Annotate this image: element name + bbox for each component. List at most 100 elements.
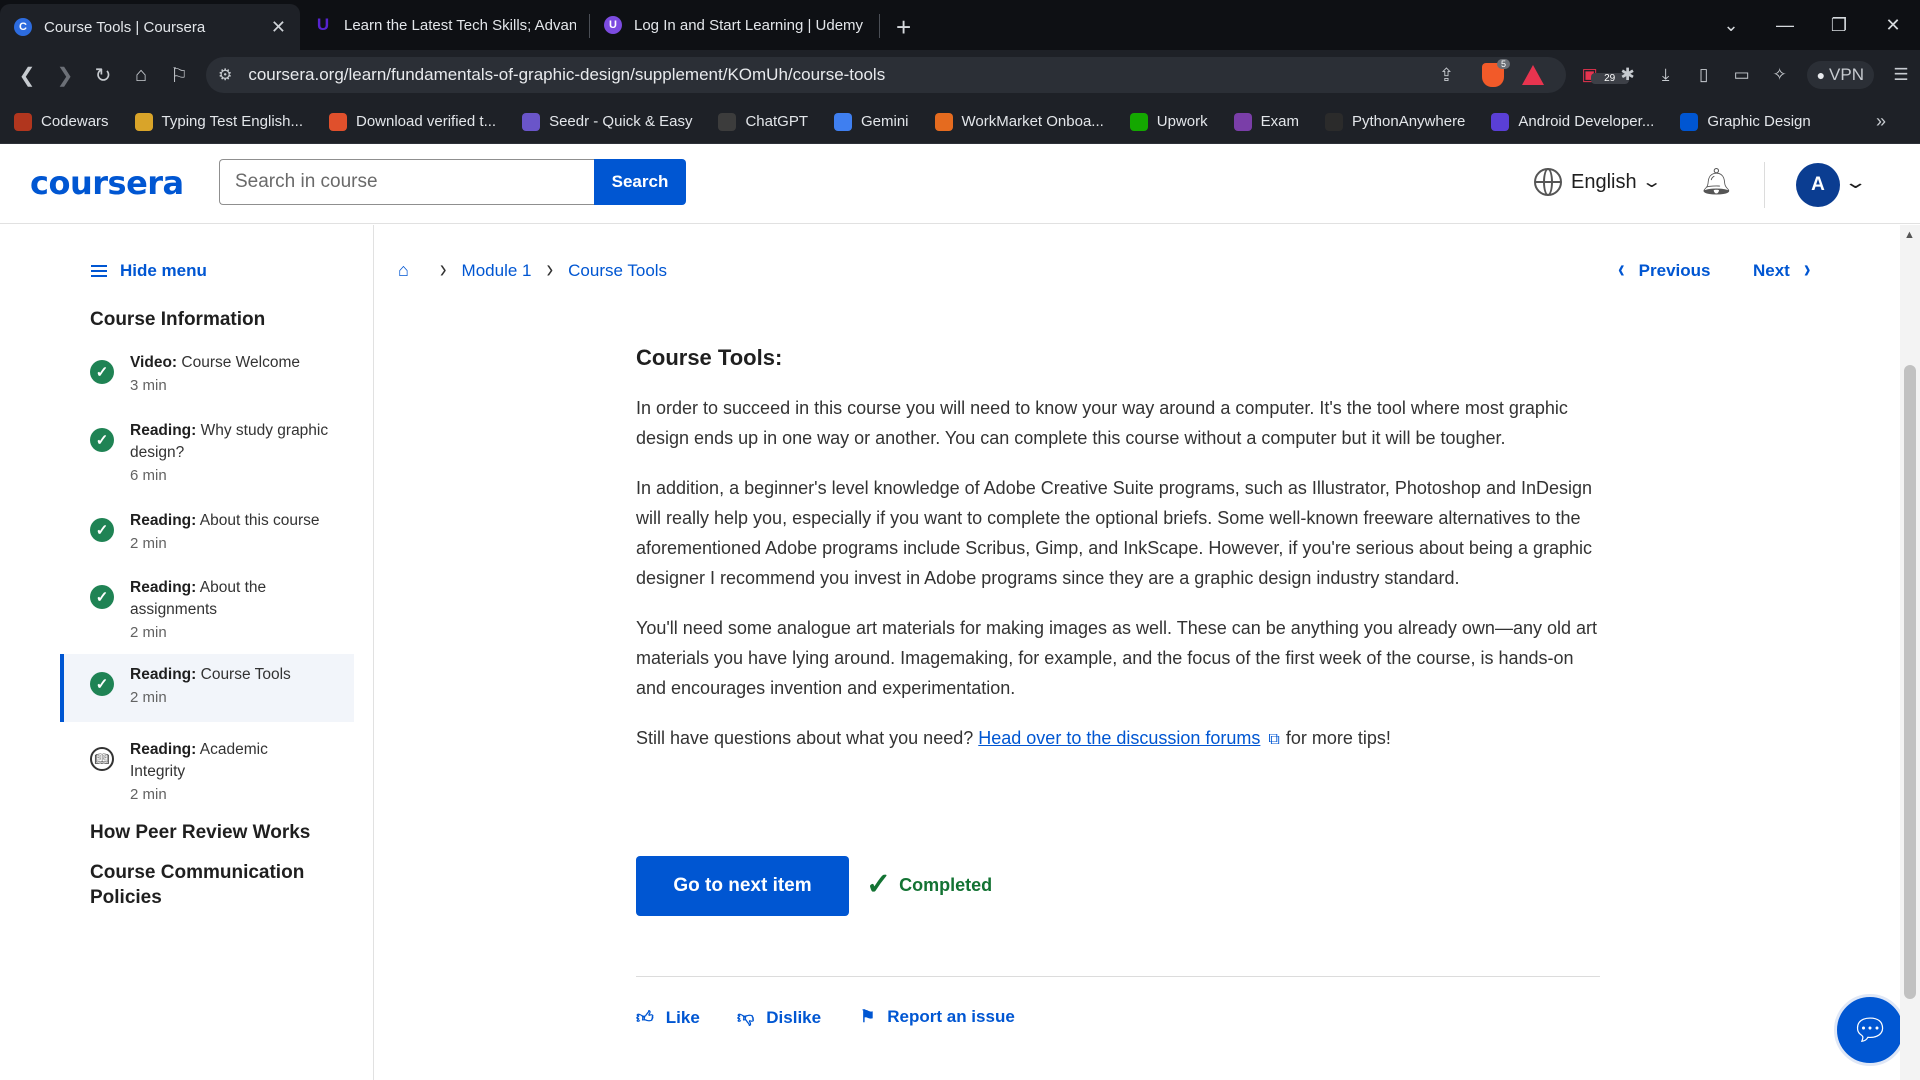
account-chevron-down-icon[interactable]: ⌄: [1843, 172, 1867, 193]
bookmark-item[interactable]: Gemini: [834, 112, 909, 131]
scroll-up-arrow-icon[interactable]: ▲: [1904, 229, 1915, 241]
bookmark-label: Upwork: [1156, 113, 1208, 130]
section-peer-review[interactable]: How Peer Review Works: [90, 820, 330, 845]
avatar[interactable]: A: [1796, 163, 1840, 207]
paragraph-computer: In order to succeed in this course you w…: [636, 398, 1568, 448]
bookmark-label: ChatGPT: [745, 113, 808, 130]
browser-tab-bar: C Course Tools | Coursera ✕ U Learn the …: [0, 0, 1920, 50]
menu-icon[interactable]: ☰: [1882, 65, 1920, 85]
question-suffix: for more tips!: [1285, 728, 1391, 748]
bookmark-item[interactable]: Android Developer...: [1491, 112, 1655, 131]
bookmark-favicon-icon: [1233, 112, 1252, 131]
bookmark-favicon-icon: [1680, 112, 1699, 131]
notifications-bell-icon[interactable]: 🔔︎: [1700, 166, 1733, 197]
completed-check-icon: ✓: [90, 518, 114, 542]
leo-ai-icon[interactable]: ✧: [1761, 65, 1799, 85]
udemy-favicon-icon: U: [604, 16, 622, 34]
previous-button[interactable]: ‹ Previous: [1618, 256, 1710, 285]
like-button[interactable]: 👍︎ Like: [636, 1007, 700, 1028]
scrollbar-thumb[interactable]: [1904, 365, 1916, 999]
bookmark-label: Exam: [1260, 113, 1299, 130]
brave-rewards-icon[interactable]: [1522, 65, 1544, 85]
new-tab-button[interactable]: +: [880, 4, 927, 50]
home-icon[interactable]: ⌂: [122, 64, 160, 87]
next-button[interactable]: Next ›: [1753, 256, 1811, 285]
tab-search-icon[interactable]: ⌄: [1704, 15, 1758, 36]
sidebar-item-why-study[interactable]: ✓ Reading: Why study graphic design? 6 m…: [60, 410, 354, 492]
sidebar-item-about-assignments[interactable]: ✓ Reading: About the assignments 2 min: [60, 567, 354, 649]
home-icon[interactable]: ⌂: [398, 260, 409, 281]
dislike-button[interactable]: 👎︎ Dislike: [737, 1007, 821, 1028]
close-tab-icon[interactable]: ✕: [271, 17, 286, 38]
coursera-logo[interactable]: coursera: [30, 164, 184, 202]
bookmark-favicon-icon: [522, 112, 541, 131]
chevron-right-icon: ›: [1803, 255, 1811, 285]
discussion-forums-link[interactable]: Head over to the discussion forums: [978, 728, 1260, 748]
bookmark-favicon-icon: [329, 112, 347, 131]
hide-menu-button[interactable]: Hide menu: [91, 261, 207, 281]
header-divider: [1764, 162, 1765, 208]
sidebar-item-academic-integrity[interactable]: 📖︎ Reading: Academic Integrity 2 min: [60, 729, 354, 811]
language-selector[interactable]: English ⌄: [1534, 168, 1662, 196]
forward-icon[interactable]: ❯: [46, 63, 84, 88]
chat-support-button[interactable]: 💬︎: [1834, 994, 1906, 1066]
bookmark-label: Download verified t...: [356, 113, 497, 130]
reading-content: Course Tools: In order to succeed in thi…: [636, 345, 1600, 775]
tab-coursera[interactable]: C Course Tools | Coursera ✕: [0, 4, 300, 50]
reload-icon[interactable]: ↻: [84, 63, 122, 88]
sidebar-item-about-course[interactable]: ✓ Reading: About this course 2 min: [60, 500, 354, 560]
sidebar-item-course-welcome[interactable]: ✓ Video: Course Welcome 3 min: [60, 342, 354, 402]
minimize-icon[interactable]: —: [1758, 15, 1812, 36]
next-label: Next: [1753, 260, 1790, 280]
bookmarks-bar: Codewars Typing Test English... Download v…: [0, 100, 1920, 144]
bookmark-favicon-icon: [934, 112, 953, 131]
bookmark-item[interactable]: ChatGPT: [718, 112, 808, 131]
search-button[interactable]: Search: [594, 159, 686, 205]
completed-check-icon: ✓: [90, 585, 114, 609]
coursera-favicon-icon: C: [14, 18, 32, 36]
bookmark-item[interactable]: Typing Test English...: [134, 112, 303, 131]
section-communication-policies[interactable]: Course Communication Policies: [90, 860, 320, 910]
bookmark-item[interactable]: Seedr - Quick & Easy: [522, 112, 692, 131]
bookmark-item[interactable]: Exam: [1233, 112, 1299, 131]
page-scrollbar[interactable]: ▲: [1900, 225, 1920, 1080]
bookmark-item[interactable]: Download verified t...: [329, 112, 497, 131]
close-window-icon[interactable]: ✕: [1866, 15, 1920, 36]
tab-udemy-login[interactable]: U Log In and Start Learning | Udemy: [590, 4, 880, 46]
item-duration: 2 min: [130, 535, 167, 552]
bookmark-item[interactable]: PythonAnywhere: [1325, 112, 1465, 131]
download-icon[interactable]: ⤓: [1647, 65, 1685, 85]
sidebar-item-course-tools[interactable]: ✓ Reading: Course Tools 2 min: [60, 654, 354, 722]
restore-icon[interactable]: ❐: [1812, 15, 1866, 36]
report-issue-button[interactable]: ⚑ Report an issue: [860, 1007, 1015, 1027]
search-input[interactable]: [219, 159, 594, 205]
item-type: Video:: [130, 354, 178, 371]
address-bar-row: ❮ ❯ ↻ ⌂ ⚐ ⚙ coursera.org/learn/fundament…: [0, 50, 1920, 100]
bookmark-item[interactable]: WorkMarket Onboa...: [934, 112, 1104, 131]
item-duration: 2 min: [130, 624, 167, 641]
go-to-next-item-button[interactable]: Go to next item: [636, 856, 849, 916]
vpn-button[interactable]: ● VPN: [1806, 61, 1874, 89]
url-field[interactable]: ⚙ coursera.org/learn/fundamentals-of-gra…: [206, 57, 1566, 93]
brave-shields-icon[interactable]: 5: [1482, 59, 1510, 87]
breadcrumb-module[interactable]: Module 1: [462, 261, 532, 281]
breadcrumb-page[interactable]: Course Tools: [568, 261, 667, 281]
site-settings-icon[interactable]: ⚙: [218, 65, 232, 85]
share-icon[interactable]: ⇪: [1439, 65, 1454, 86]
bookmark-item[interactable]: Upwork: [1129, 112, 1208, 131]
section-course-information[interactable]: Course Information: [90, 307, 330, 332]
more-bookmarks-icon[interactable]: »: [1876, 111, 1886, 132]
bookmark-item[interactable]: Graphic Design: [1680, 112, 1811, 131]
puzzle-icon[interactable]: ✱: [1609, 65, 1647, 85]
bookmark-label: Android Developer...: [1518, 113, 1655, 130]
bookmark-favicon-icon: [718, 112, 737, 131]
bookmark-icon[interactable]: ⚐: [160, 63, 198, 88]
tab-udemy-tech[interactable]: U Learn the Latest Tech Skills; Advanced: [300, 4, 590, 46]
paragraph-analogue: You'll need some analogue art materials …: [636, 618, 1597, 698]
back-icon[interactable]: ❮: [8, 63, 46, 88]
wallet-icon[interactable]: ▭: [1723, 65, 1761, 85]
extension-icon[interactable]: ▣ 29: [1571, 65, 1629, 85]
site-header: coursera Search English ⌄ 🔔︎ A ⌄: [0, 144, 1920, 224]
sidebar-icon[interactable]: ▯: [1685, 65, 1723, 85]
bookmark-item[interactable]: Codewars: [14, 112, 109, 131]
